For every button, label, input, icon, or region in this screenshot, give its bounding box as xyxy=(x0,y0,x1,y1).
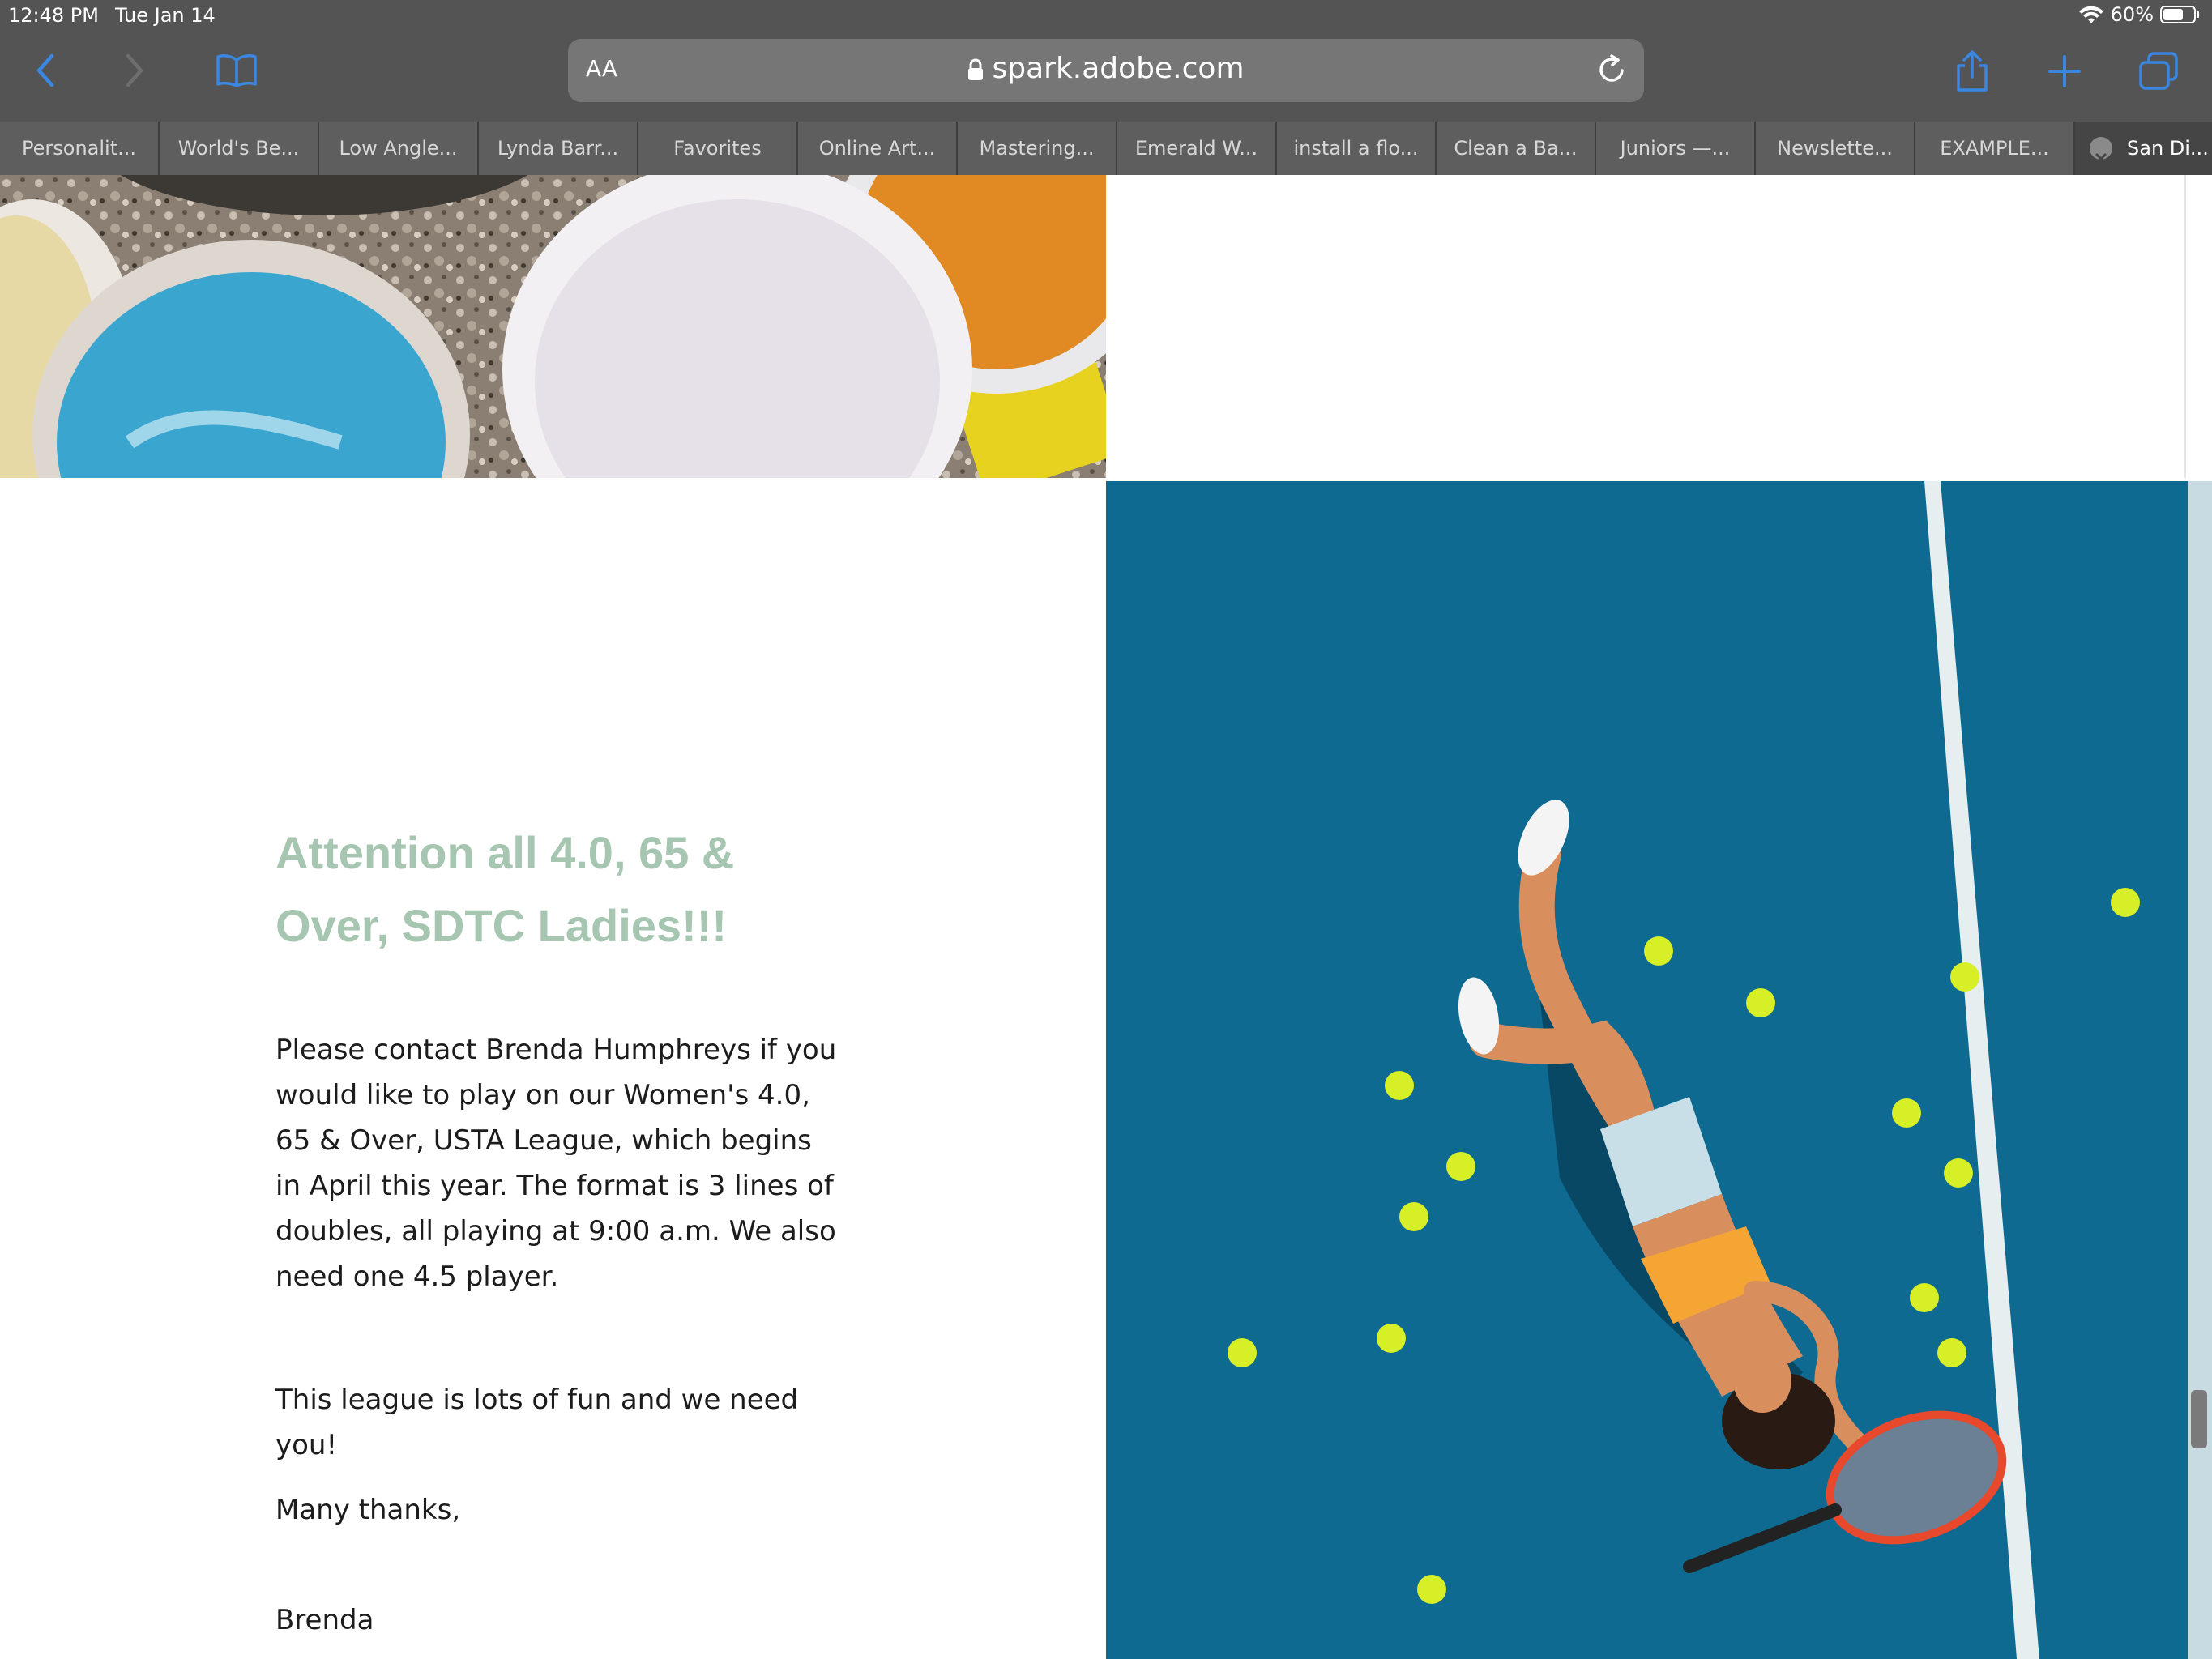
article-closing: Many thanks, xyxy=(275,1494,461,1526)
tab[interactable]: Personalit... xyxy=(0,122,160,175)
tab-active[interactable]: San Di... xyxy=(2075,122,2212,175)
back-button[interactable] xyxy=(24,50,65,91)
tab[interactable]: Emerald W... xyxy=(1117,122,1277,175)
divider xyxy=(2184,175,2186,478)
tab[interactable]: Clean a Ba... xyxy=(1437,122,1596,175)
browser-toolbar: AA spark.adobe.com xyxy=(0,32,2212,122)
status-date: Tue Jan 14 xyxy=(115,4,216,27)
paint-buckets-image xyxy=(0,175,1106,478)
chevron-left-icon xyxy=(36,53,54,87)
page-edge xyxy=(2188,481,2212,1659)
battery-percent: 60% xyxy=(2110,3,2154,26)
lock-icon xyxy=(968,58,984,80)
wifi-icon xyxy=(2078,6,2103,23)
reload-icon[interactable] xyxy=(1595,53,1628,86)
bookmarks-button[interactable] xyxy=(214,50,259,91)
plus-icon xyxy=(2048,55,2081,87)
tab-active-label: San Di... xyxy=(2127,137,2209,160)
tab[interactable]: World's Be... xyxy=(160,122,319,175)
status-right: 60% xyxy=(2078,3,2201,26)
scrollbar-thumb[interactable] xyxy=(2191,1390,2207,1448)
article-signature: Brenda xyxy=(275,1604,374,1636)
tab[interactable]: Favorites xyxy=(638,122,798,175)
tabs-overview-button[interactable] xyxy=(2134,49,2183,94)
tab[interactable]: install a flo... xyxy=(1277,122,1437,175)
page-content: Attention all 4.0, 65 & Over, SDTC Ladie… xyxy=(0,175,2212,1659)
tab[interactable]: Newslette... xyxy=(1756,122,1915,175)
tab[interactable]: Mastering... xyxy=(958,122,1117,175)
address-bar[interactable]: AA spark.adobe.com xyxy=(568,39,1644,102)
status-time: 12:48 PM xyxy=(8,4,99,27)
article-paragraph: This league is lots of fun and we need y… xyxy=(275,1384,799,1461)
book-icon xyxy=(216,54,257,87)
close-icon xyxy=(2095,153,2107,164)
tennis-court-image xyxy=(1106,481,2188,1659)
forward-button[interactable] xyxy=(115,50,156,91)
share-button[interactable] xyxy=(1949,47,1995,96)
share-icon xyxy=(1957,50,1988,92)
close-tab-button[interactable] xyxy=(2090,137,2112,164)
tab[interactable]: Low Angle... xyxy=(319,122,479,175)
url-text: spark.adobe.com xyxy=(992,52,1245,85)
url-display[interactable]: spark.adobe.com xyxy=(568,52,1644,85)
tab[interactable]: Juniors —... xyxy=(1596,122,1756,175)
chevron-right-icon xyxy=(126,53,143,87)
tabs-icon xyxy=(2139,52,2178,90)
article-headline: Attention all 4.0, 65 & Over, SDTC Ladie… xyxy=(275,827,735,951)
tab[interactable]: Online Art... xyxy=(798,122,958,175)
tab-bar: Personalit... World's Be... Low Angle...… xyxy=(0,122,2212,175)
status-bar: 12:48 PM Tue Jan 14 60% xyxy=(0,0,2212,32)
new-tab-button[interactable] xyxy=(2042,49,2087,94)
tab[interactable]: Lynda Barr... xyxy=(479,122,638,175)
battery-icon xyxy=(2160,6,2199,23)
article-paragraph: Please contact Brenda Humphreys if you w… xyxy=(275,1034,837,1293)
tab[interactable]: EXAMPLE... xyxy=(1915,122,2075,175)
